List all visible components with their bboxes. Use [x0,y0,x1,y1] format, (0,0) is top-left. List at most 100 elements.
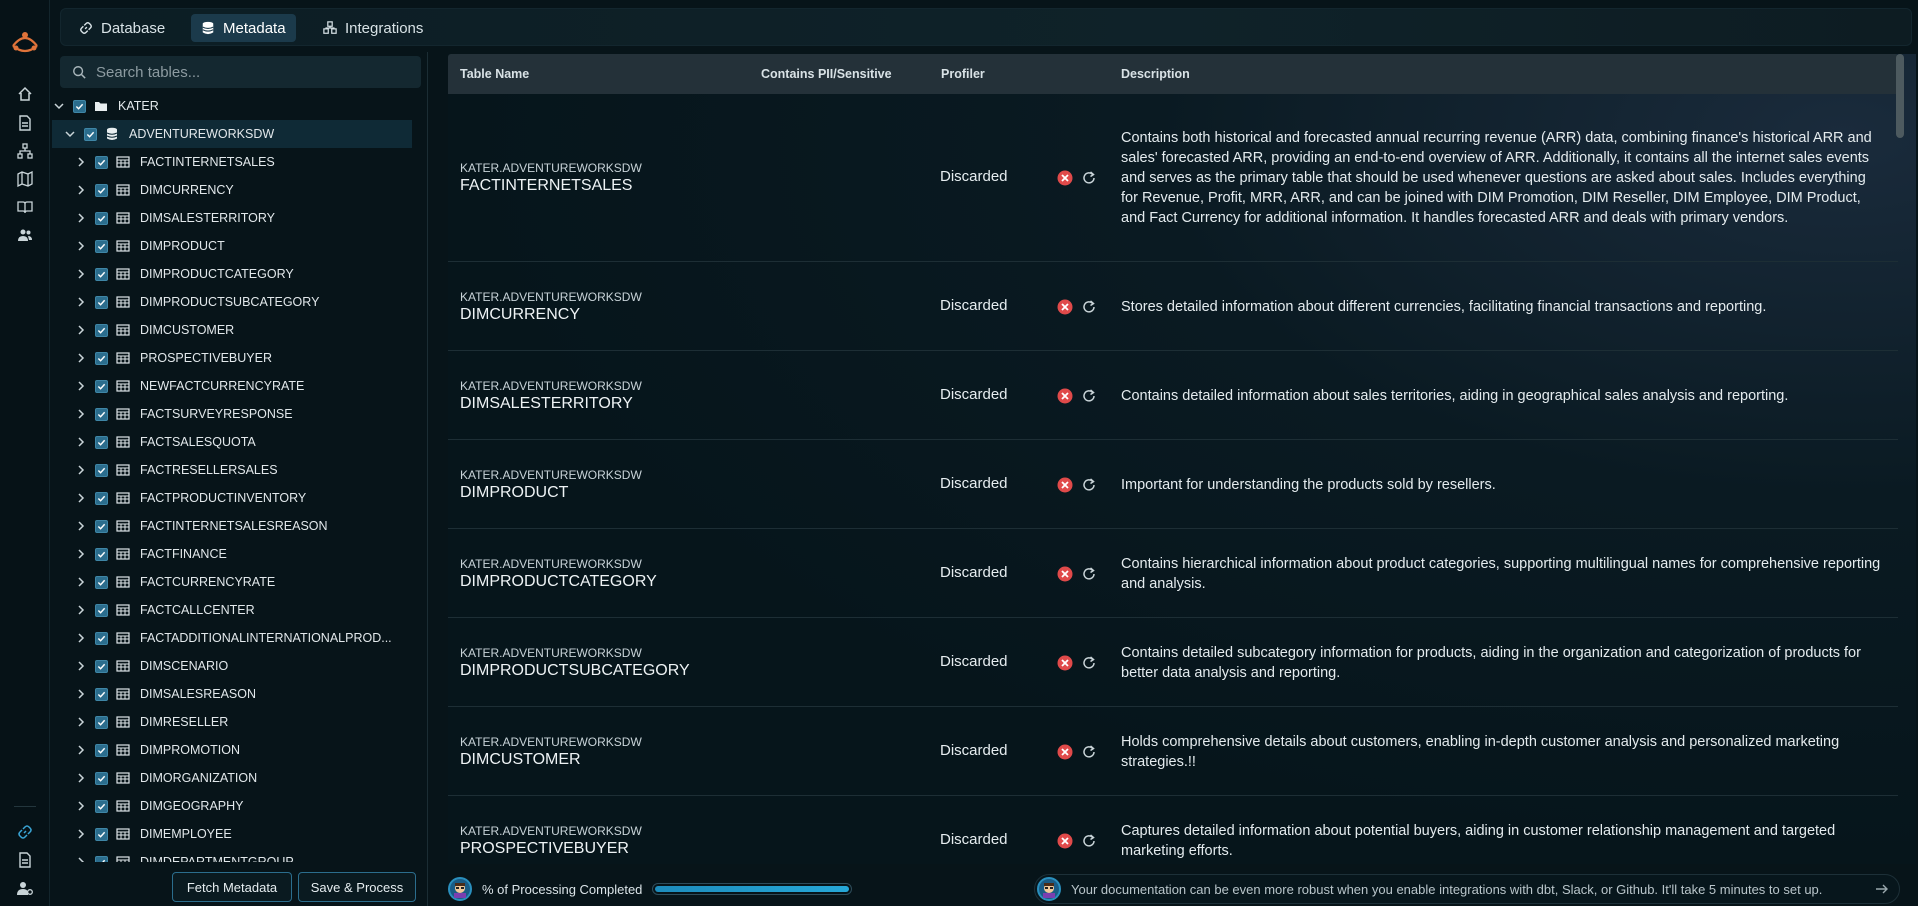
checkbox[interactable] [95,771,108,785]
chevron-right-icon[interactable] [74,407,88,421]
tree-item-table[interactable]: FACTADDITIONALINTERNATIONALPROD... [52,624,412,652]
chevron-right-icon[interactable] [74,715,88,729]
tree-item-table[interactable]: DIMPRODUCTSUBCATEGORY [52,288,412,316]
chevron-right-icon[interactable] [74,155,88,169]
chevron-right-icon[interactable] [74,743,88,757]
tree-item-table[interactable]: DIMORGANIZATION [52,764,412,792]
refresh-icon[interactable] [1081,170,1097,186]
tab-metadata[interactable]: Metadata [191,14,296,42]
table-name[interactable]: DIMCURRENCY [460,306,580,324]
tree-item-table[interactable]: DIMSCENARIO [52,652,412,680]
checkbox[interactable] [95,463,108,477]
chevron-right-icon[interactable] [74,799,88,813]
tree-item-table[interactable]: DIMRESELLER [52,708,412,736]
chevron-right-icon[interactable] [74,771,88,785]
chevron-right-icon[interactable] [74,547,88,561]
tree-item-schema[interactable]: ADVENTUREWORKSDW [52,120,412,148]
refresh-icon[interactable] [1081,299,1097,315]
checkbox[interactable] [95,323,108,337]
refresh-icon[interactable] [1081,477,1097,493]
table-description[interactable]: Important for understanding the products… [1121,475,1881,495]
discard-icon[interactable] [1057,655,1073,671]
integration-notice[interactable]: Your documentation can be even more robu… [1034,874,1900,904]
tree-item-table[interactable]: NEWFACTCURRENCYRATE [52,372,412,400]
table-description[interactable]: Captures detailed information about pote… [1121,821,1881,861]
refresh-icon[interactable] [1081,655,1097,671]
tree-item-table[interactable]: DIMDEPARTMENTGROUP [52,848,412,862]
link-icon[interactable] [15,822,35,842]
chevron-right-icon[interactable] [74,295,88,309]
table-description[interactable]: Contains both historical and forecasted … [1121,128,1881,228]
table-row[interactable]: KATER.ADVENTUREWORKSDW FACTINTERNETSALES D… [448,94,1898,262]
table-name[interactable]: DIMPRODUCTCATEGORY [460,573,657,591]
fetch-metadata-button[interactable]: Fetch Metadata [172,872,292,902]
file-icon[interactable] [15,850,35,870]
checkbox[interactable] [95,519,108,533]
tab-integrations[interactable]: Integrations [313,14,433,42]
tree-item-table[interactable]: FACTINTERNETSALES [52,148,412,176]
checkbox[interactable] [95,295,108,309]
chevron-down-icon[interactable] [52,99,66,113]
table-scrollbar[interactable] [1896,54,1904,138]
chevron-right-icon[interactable] [74,463,88,477]
checkbox[interactable] [95,659,108,673]
refresh-icon[interactable] [1081,744,1097,760]
checkbox[interactable] [95,435,108,449]
chevron-right-icon[interactable] [74,435,88,449]
checkbox[interactable] [95,855,108,862]
tree-item-table[interactable]: FACTRESELLERSALES [52,456,412,484]
save-process-button[interactable]: Save & Process [298,872,416,902]
checkbox[interactable] [95,379,108,393]
search-input[interactable] [96,63,416,81]
arrow-right-icon[interactable] [1875,882,1889,896]
table-row[interactable]: KATER.ADVENTUREWORKSDW DIMSALESTERRITORY D… [448,351,1898,440]
tree-item-table[interactable]: DIMPRODUCT [52,232,412,260]
chevron-right-icon[interactable] [74,491,88,505]
checkbox[interactable] [95,407,108,421]
refresh-icon[interactable] [1081,388,1097,404]
table-description[interactable]: Contains detailed subcategory informatio… [1121,643,1881,683]
book-icon[interactable] [15,197,35,217]
chevron-right-icon[interactable] [74,631,88,645]
checkbox[interactable] [95,239,108,253]
checkbox[interactable] [95,827,108,841]
table-row[interactable]: KATER.ADVENTUREWORKSDW DIMPRODUCTSUBCATEG… [448,618,1898,707]
checkbox[interactable] [95,351,108,365]
home-icon[interactable] [15,84,35,104]
table-row[interactable]: KATER.ADVENTUREWORKSDW DIMPRODUCT Discarde… [448,440,1898,529]
table-name[interactable]: DIMCUSTOMER [460,751,581,769]
refresh-icon[interactable] [1081,566,1097,582]
tree-item-table[interactable]: DIMPRODUCTCATEGORY [52,260,412,288]
checkbox[interactable] [95,267,108,281]
checkbox[interactable] [95,211,108,225]
refresh-icon[interactable] [1081,833,1097,849]
table-name[interactable]: DIMSALESTERRITORY [460,395,633,413]
checkbox[interactable] [95,183,108,197]
checkbox[interactable] [95,715,108,729]
checkbox[interactable] [95,491,108,505]
table-description[interactable]: Contains hierarchical information about … [1121,554,1881,594]
tree-item-table[interactable]: FACTPRODUCTINVENTORY [52,484,412,512]
users-icon[interactable] [15,225,35,245]
header-profiler[interactable]: Profiler [941,67,985,81]
discard-icon[interactable] [1057,744,1073,760]
table-row[interactable]: KATER.ADVENTUREWORKSDW DIMCURRENCY Discard… [448,262,1898,351]
table-description[interactable]: Holds comprehensive details about custom… [1121,732,1881,772]
chevron-right-icon[interactable] [74,211,88,225]
tree-item-root[interactable]: KATER [52,92,412,120]
user-settings-icon[interactable] [15,878,35,898]
discard-icon[interactable] [1057,477,1073,493]
document-icon[interactable] [15,113,35,133]
chevron-down-icon[interactable] [63,127,77,141]
checkbox[interactable] [95,743,108,757]
table-row[interactable]: KATER.ADVENTUREWORKSDW PROSPECTIVEBUYER Di… [448,796,1898,864]
tree-item-table[interactable]: DIMCURRENCY [52,176,412,204]
tree-item-table[interactable]: DIMCUSTOMER [52,316,412,344]
chevron-right-icon[interactable] [74,659,88,673]
checkbox[interactable] [95,799,108,813]
tree-item-table[interactable]: FACTINTERNETSALESREASON [52,512,412,540]
checkbox[interactable] [95,155,108,169]
checkbox[interactable] [95,631,108,645]
tree-item-table[interactable]: DIMPROMOTION [52,736,412,764]
table-description[interactable]: Contains detailed information about sale… [1121,386,1881,406]
